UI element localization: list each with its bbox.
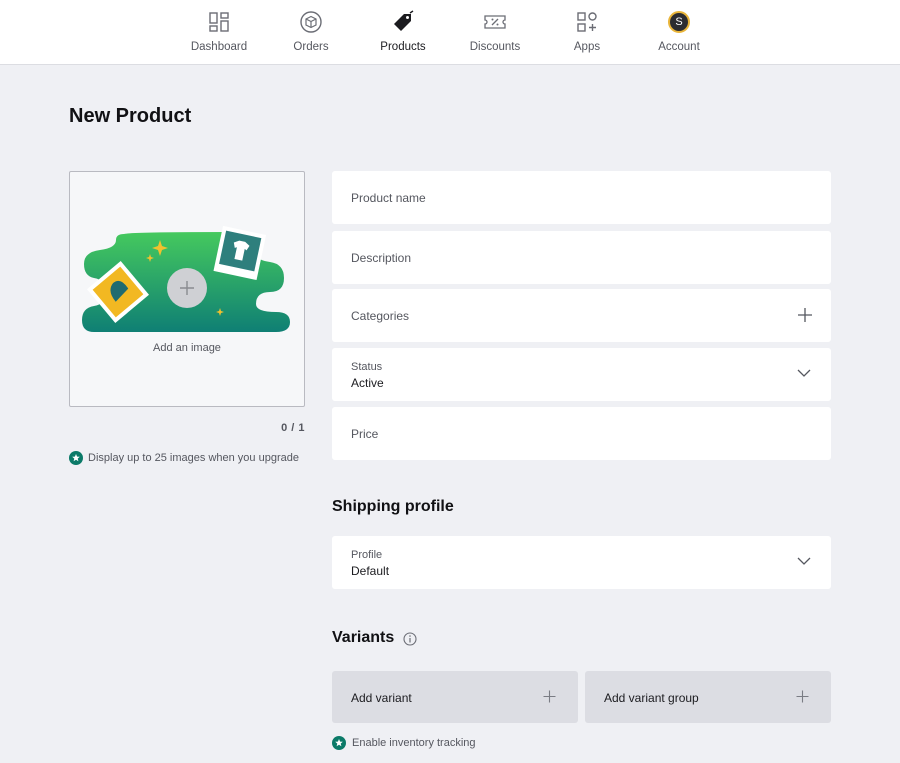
description-field[interactable]: Description [332, 231, 831, 284]
price-placeholder: Price [351, 427, 379, 441]
plus-icon [543, 690, 556, 703]
info-icon[interactable] [403, 632, 417, 646]
nav-label: Account [658, 41, 700, 53]
star-badge-icon [332, 736, 346, 750]
nav-dashboard[interactable]: Dashboard [173, 0, 265, 64]
apps-grid-icon [577, 12, 597, 32]
description-placeholder: Description [351, 251, 412, 265]
status-select[interactable]: Status Active [332, 348, 831, 401]
avatar: S [668, 11, 690, 33]
discount-ticket-icon [484, 15, 506, 29]
orders-box-icon [300, 11, 322, 33]
image-count: 0 / 1 [281, 422, 305, 434]
profile-value: Default [351, 564, 390, 578]
product-name-placeholder: Product name [351, 191, 426, 205]
dashboard-icon [209, 12, 229, 32]
nav-label: Products [380, 41, 426, 53]
nav-label: Discounts [469, 41, 521, 53]
add-variant-group-button[interactable]: Add variant group [585, 671, 831, 723]
profile-label: Profile [351, 549, 383, 561]
inventory-tracking-text: Enable inventory tracking [352, 737, 476, 749]
nav-account[interactable]: S Account [633, 0, 725, 64]
plus-icon [796, 690, 809, 703]
upgrade-note-text: Display up to 25 images when you upgrade [88, 452, 299, 464]
shipping-profile-title: Shipping profile [332, 498, 454, 515]
plus-icon[interactable] [797, 307, 813, 323]
variants-title: Variants [332, 629, 395, 646]
top-navigation: Dashboard Orders Products Discounts Apps… [0, 0, 900, 65]
status-value: Active [351, 376, 384, 390]
nav-apps[interactable]: Apps [541, 0, 633, 64]
add-variant-group-label: Add variant group [604, 691, 699, 705]
product-name-field[interactable]: Product name [332, 171, 831, 224]
nav-discounts[interactable]: Discounts [449, 0, 541, 64]
product-tag-icon [394, 10, 414, 31]
status-label: Status [351, 361, 383, 373]
chevron-down-icon [797, 369, 811, 377]
chevron-down-icon [797, 557, 811, 565]
nav-orders[interactable]: Orders [265, 0, 357, 64]
page-title: New Product [69, 105, 192, 127]
nav-products[interactable]: Products [357, 0, 449, 64]
add-variant-label: Add variant [351, 691, 412, 705]
price-field[interactable]: Price [332, 407, 831, 460]
categories-label: Categories [351, 309, 410, 323]
categories-field[interactable]: Categories [332, 289, 831, 342]
add-variant-button[interactable]: Add variant [332, 671, 578, 723]
image-upload-area[interactable]: Add an image [69, 171, 305, 407]
nav-label: Apps [573, 41, 601, 53]
product-image-illustration [82, 225, 290, 332]
add-image-label: Add an image [153, 342, 221, 354]
nav-label: Dashboard [190, 41, 248, 53]
star-badge-icon [69, 451, 83, 465]
shipping-profile-select[interactable]: Profile Default [332, 536, 831, 589]
nav-label: Orders [293, 41, 329, 53]
